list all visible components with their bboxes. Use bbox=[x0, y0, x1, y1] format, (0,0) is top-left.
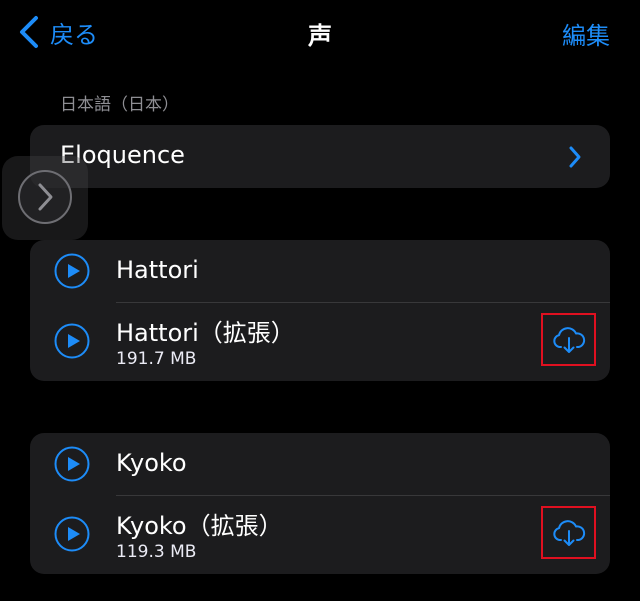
download-button[interactable] bbox=[541, 313, 596, 366]
chevron-right-icon bbox=[569, 146, 581, 168]
cloud-download-icon bbox=[552, 519, 585, 546]
navigation-bar: 戻る 声 編集 bbox=[0, 0, 640, 64]
voice-name: Hattori bbox=[116, 256, 199, 284]
section-header: 日本語（日本） bbox=[60, 95, 179, 115]
hattori-group: Hattori Hattori（拡張） 191.7 MB bbox=[30, 240, 610, 381]
voice-name: Kyoko（拡張） bbox=[116, 512, 283, 540]
kyoko-group: Kyoko Kyoko（拡張） 119.3 MB bbox=[30, 433, 610, 574]
play-icon[interactable] bbox=[54, 446, 90, 482]
voice-row-hattori[interactable]: Hattori bbox=[30, 240, 610, 303]
voice-row-kyoko-enhanced[interactable]: Kyoko（拡張） 119.3 MB bbox=[30, 496, 610, 574]
edit-button[interactable]: 編集 bbox=[562, 16, 610, 51]
page-title: 声 bbox=[308, 22, 332, 50]
eloquence-row[interactable]: Eloquence bbox=[30, 125, 610, 188]
voice-row-kyoko[interactable]: Kyoko bbox=[30, 433, 610, 496]
assistive-touch-handle[interactable] bbox=[2, 156, 88, 240]
voice-size: 191.7 MB bbox=[116, 349, 197, 369]
play-icon[interactable] bbox=[54, 253, 90, 289]
play-icon[interactable] bbox=[54, 323, 90, 359]
voice-row-hattori-enhanced[interactable]: Hattori（拡張） 191.7 MB bbox=[30, 303, 610, 381]
play-icon[interactable] bbox=[54, 516, 90, 552]
voice-name: Kyoko bbox=[116, 449, 187, 477]
voice-name: Hattori（拡張） bbox=[116, 319, 295, 347]
download-button[interactable] bbox=[541, 506, 596, 559]
cloud-download-icon bbox=[552, 326, 585, 353]
voice-size: 119.3 MB bbox=[116, 542, 197, 562]
chevron-right-icon bbox=[18, 170, 72, 224]
eloquence-group: Eloquence bbox=[30, 125, 610, 188]
